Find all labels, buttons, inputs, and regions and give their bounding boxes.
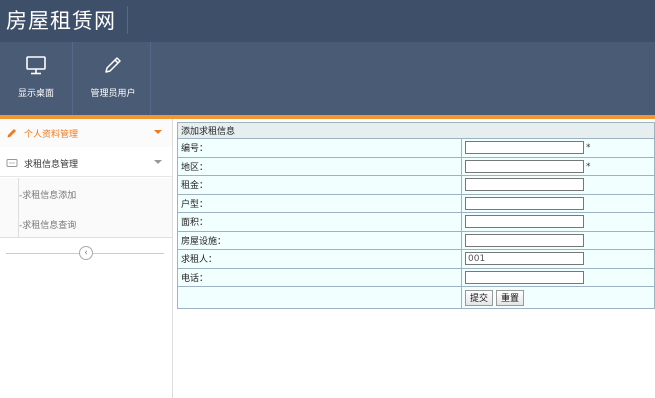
collapse-sidebar-button[interactable]: ‹ [79, 246, 93, 260]
form-row: 地区： * [177, 156, 655, 176]
rent-input[interactable] [465, 178, 584, 192]
form-row: 电话： [177, 267, 655, 287]
field-cell [461, 230, 655, 250]
field-cell [461, 212, 655, 232]
field-label-facilities: 房屋设施： [177, 230, 462, 250]
sidebar-item-rental-info[interactable]: 求租信息管理 [0, 149, 172, 177]
form-row: 房屋设施： [177, 230, 655, 250]
field-cell: * [461, 156, 655, 176]
pencil-icon [7, 129, 16, 138]
sidebar-subitem-query[interactable]: -求租信息查询 [0, 208, 172, 238]
field-label-layout: 户型： [177, 193, 462, 213]
sidebar-subitem-label: -求租信息添加 [19, 191, 77, 201]
form-row: 面积： [177, 212, 655, 232]
region-input[interactable] [465, 159, 584, 173]
toolbar-divider [72, 42, 73, 115]
sidebar-subitem-add[interactable]: -求租信息添加 [0, 178, 172, 208]
monitor-icon [26, 56, 46, 75]
field-label-region: 地区： [177, 156, 462, 176]
card-icon [6, 159, 18, 167]
form-caption: 添加求租信息 [177, 122, 655, 139]
layout-input[interactable] [465, 196, 584, 210]
required-mark: * [586, 143, 591, 154]
rental-request-form: 添加求租信息 编号： * 地区： * 租金： 户型： 面积： 房屋设施： 求租人… [177, 122, 655, 309]
field-cell [461, 249, 655, 269]
sidebar-item-profile[interactable]: 个人资料管理 [0, 119, 172, 147]
show-desktop-label: 显示桌面 [17, 89, 54, 99]
required-mark: * [586, 161, 591, 172]
renter-input[interactable] [465, 252, 584, 266]
app-title: 房屋租赁网 [6, 9, 116, 33]
empty-cell [177, 286, 462, 309]
id-input[interactable] [465, 141, 584, 155]
field-label-phone: 电话： [177, 267, 462, 287]
field-label-area: 面积： [177, 212, 462, 232]
pencil-icon [105, 57, 121, 73]
field-label-renter: 求租人： [177, 249, 462, 269]
field-label-id: 编号： [177, 138, 462, 158]
sidebar: 个人资料管理 求租信息管理 -求租信息添加 -求租信息查询 ‹ [0, 119, 173, 398]
area-input[interactable] [465, 215, 584, 229]
field-cell [461, 175, 655, 195]
field-label-rent: 租金： [177, 175, 462, 195]
chevron-down-icon [154, 160, 162, 164]
phone-input[interactable] [465, 270, 584, 284]
field-cell [461, 193, 655, 213]
facilities-input[interactable] [465, 233, 584, 247]
form-row: 租金： [177, 175, 655, 195]
form-button-row: 提交 重置 [177, 286, 655, 309]
sidebar-item-label: 求租信息管理 [24, 160, 79, 170]
field-cell: * [461, 138, 655, 158]
form-row: 求租人： [177, 249, 655, 269]
form-row: 编号： * [177, 138, 655, 158]
submit-button[interactable]: 提交 [465, 289, 494, 306]
show-desktop-button[interactable]: 显示桌面 [0, 42, 72, 115]
button-cell: 提交 重置 [461, 286, 655, 309]
toolbar: 显示桌面 管理员用户 [0, 42, 655, 115]
sidebar-item-label: 个人资料管理 [24, 130, 79, 140]
form-row: 户型： [177, 193, 655, 213]
field-cell [461, 267, 655, 287]
toolbar-divider [150, 42, 151, 115]
sidebar-subitem-label: -求租信息查询 [19, 221, 77, 231]
form-caption-row: 添加求租信息 [177, 122, 655, 139]
admin-user-label: 管理员用户 [90, 89, 136, 99]
admin-user-button[interactable]: 管理员用户 [76, 42, 150, 115]
header-bar: 房屋租赁网 [0, 0, 655, 42]
chevron-down-icon [154, 130, 162, 134]
reset-button[interactable]: 重置 [496, 289, 525, 306]
title-divider [127, 6, 128, 34]
